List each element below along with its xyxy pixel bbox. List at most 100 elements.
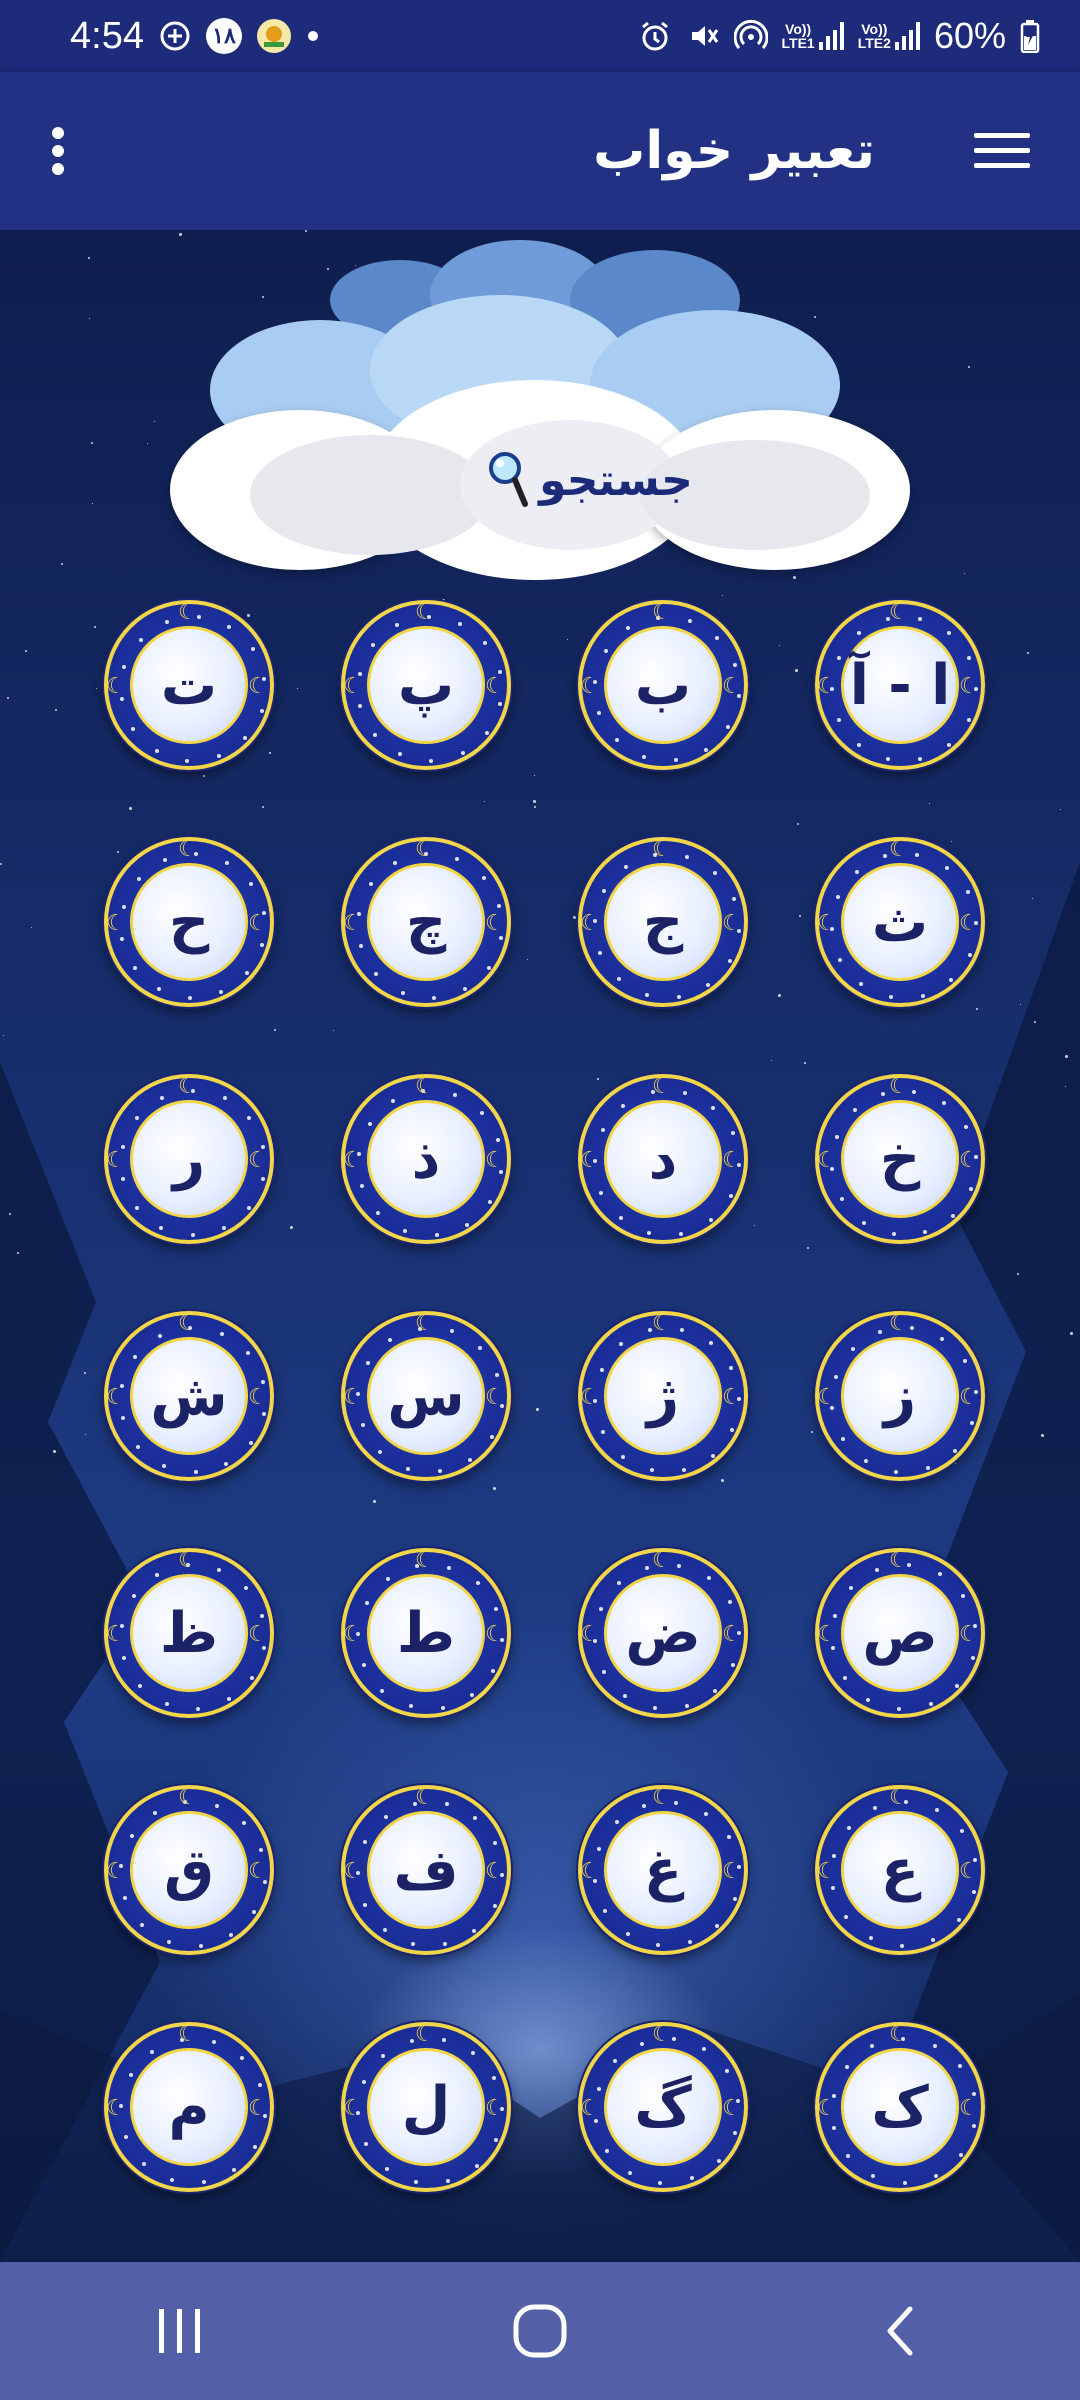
letter-button[interactable]: ☾ ☾ ☾ ژ: [578, 1311, 748, 1481]
letter-label: ظ: [159, 1600, 219, 1666]
more-notifications-dot-icon: [306, 29, 320, 43]
search-button[interactable]: جستجو: [440, 435, 740, 525]
star: [84, 1372, 86, 1374]
letter-label: ف: [393, 1837, 459, 1903]
status-left: 4:54 ۱۸: [70, 15, 320, 58]
status-bar: 4:54 ۱۸ Vo)) LTE1 Vo)) LTE2 60%: [0, 0, 1080, 72]
star: [1027, 652, 1029, 654]
letter-button[interactable]: ☾ ☾ ☾ ب: [578, 600, 748, 770]
page-title: تعبیر خواب: [593, 121, 875, 181]
letter-label: ط: [396, 1600, 456, 1666]
magnifier-icon: [489, 452, 529, 507]
letter-button[interactable]: ☾ ☾ ☾ ح: [104, 837, 274, 1007]
star: [179, 233, 182, 236]
more-options-button[interactable]: [50, 101, 110, 201]
menu-button[interactable]: [970, 101, 1030, 201]
star: [91, 442, 93, 444]
star: [1070, 1332, 1073, 1335]
alarm-icon: [638, 19, 672, 53]
status-right: Vo)) LTE1 Vo)) LTE2 60%: [638, 15, 1040, 57]
letter-label: ش: [150, 1363, 228, 1429]
back-button[interactable]: [840, 2281, 960, 2381]
notification-count-icon: ۱۸: [205, 18, 242, 54]
letter-label: ج: [642, 889, 684, 955]
search-cloud: جستجو: [170, 240, 910, 590]
letter-button[interactable]: ☾ ☾ ☾ ض: [578, 1548, 748, 1718]
letter-label: ژ: [646, 1363, 680, 1429]
star: [9, 1213, 11, 1215]
letter-button[interactable]: ☾ ☾ ☾ خ: [815, 1074, 985, 1244]
letter-label: ح: [168, 889, 210, 955]
letter-label: د: [648, 1126, 678, 1192]
status-time: 4:54: [70, 14, 144, 57]
more-vert-icon: [52, 127, 64, 175]
letter-button[interactable]: ☾ ☾ ☾ پ: [341, 600, 511, 770]
lte2-label: LTE2: [857, 35, 891, 51]
sim2-signal-icon: Vo)) LTE2: [858, 22, 920, 50]
star: [89, 318, 90, 319]
mute-icon: [686, 19, 720, 53]
sim1-signal-icon: Vo)) LTE1: [782, 22, 844, 50]
battery-charging-icon: [1020, 19, 1040, 53]
star: [1041, 1434, 1044, 1437]
letter-button[interactable]: ☾ ☾ ☾ ذ: [341, 1074, 511, 1244]
notification-count: ۱۸: [212, 23, 236, 48]
hotspot-icon: [733, 19, 768, 53]
letter-button[interactable]: ☾ ☾ ☾ گ: [578, 2022, 748, 2192]
star: [1034, 1021, 1036, 1023]
star: [1020, 1004, 1021, 1005]
letter-label: گ: [634, 2074, 692, 2140]
letter-button[interactable]: ☾ ☾ ☾ ص: [815, 1548, 985, 1718]
letter-button[interactable]: ☾ ☾ ☾ ل: [341, 2022, 511, 2192]
recent-apps-icon: [159, 2309, 200, 2353]
star: [1060, 809, 1061, 810]
letter-label: ص: [862, 1600, 938, 1666]
letter-label: ذ: [411, 1126, 441, 1192]
hamburger-icon: [974, 133, 1030, 168]
letter-label: پ: [397, 652, 455, 718]
star: [53, 1450, 56, 1453]
letter-button[interactable]: ☾ ☾ ☾ ف: [341, 1785, 511, 1955]
star: [7, 697, 9, 699]
letter-button[interactable]: ☾ ☾ ☾ غ: [578, 1785, 748, 1955]
star: [31, 927, 32, 928]
star: [85, 1434, 86, 1435]
star: [55, 709, 57, 711]
letter-button[interactable]: ☾ ☾ ☾ ا - آ: [815, 600, 985, 770]
star: [1065, 1086, 1066, 1087]
letter-button[interactable]: ☾ ☾ ☾ ک: [815, 2022, 985, 2192]
letter-button[interactable]: ☾ ☾ ☾ م: [104, 2022, 274, 2192]
letter-label: ث: [871, 889, 929, 955]
letter-button[interactable]: ☾ ☾ ☾ ث: [815, 837, 985, 1007]
letter-button[interactable]: ☾ ☾ ☾ ز: [815, 1311, 985, 1481]
star: [3, 1035, 4, 1036]
letter-button[interactable]: ☾ ☾ ☾ ج: [578, 837, 748, 1007]
letter-label: ض: [625, 1600, 701, 1666]
recent-apps-button[interactable]: [120, 2281, 240, 2381]
data-saver-icon: [158, 19, 192, 53]
star: [154, 421, 155, 422]
home-button[interactable]: [480, 2281, 600, 2381]
letter-button[interactable]: ☾ ☾ ☾ س: [341, 1311, 511, 1481]
letter-button[interactable]: ☾ ☾ ☾ ع: [815, 1785, 985, 1955]
letter-button[interactable]: ☾ ☾ ☾ ق: [104, 1785, 274, 1955]
letter-label: ل: [401, 2074, 451, 2140]
letter-label: ک: [871, 2074, 929, 2140]
letter-button[interactable]: ☾ ☾ ☾ ش: [104, 1311, 274, 1481]
letter-button[interactable]: ☾ ☾ ☾ ط: [341, 1548, 511, 1718]
letter-button[interactable]: ☾ ☾ ☾ ت: [104, 600, 274, 770]
letter-label: غ: [643, 1837, 683, 1903]
letter-button[interactable]: ☾ ☾ ☾ ظ: [104, 1548, 274, 1718]
star: [1017, 1273, 1019, 1275]
letter-label: ب: [634, 652, 692, 718]
letter-label: س: [387, 1363, 465, 1429]
app-bar: تعبیر خواب: [0, 72, 1080, 230]
star: [0, 863, 2, 865]
letter-button[interactable]: ☾ ☾ ☾ چ: [341, 837, 511, 1007]
letter-label: ت: [160, 652, 218, 718]
letter-label: ا - آ: [849, 652, 951, 718]
app-notification-icon: [256, 18, 292, 54]
letter-button[interactable]: ☾ ☾ ☾ ر: [104, 1074, 274, 1244]
letter-button[interactable]: ☾ ☾ ☾ د: [578, 1074, 748, 1244]
letter-label: ق: [163, 1837, 215, 1903]
